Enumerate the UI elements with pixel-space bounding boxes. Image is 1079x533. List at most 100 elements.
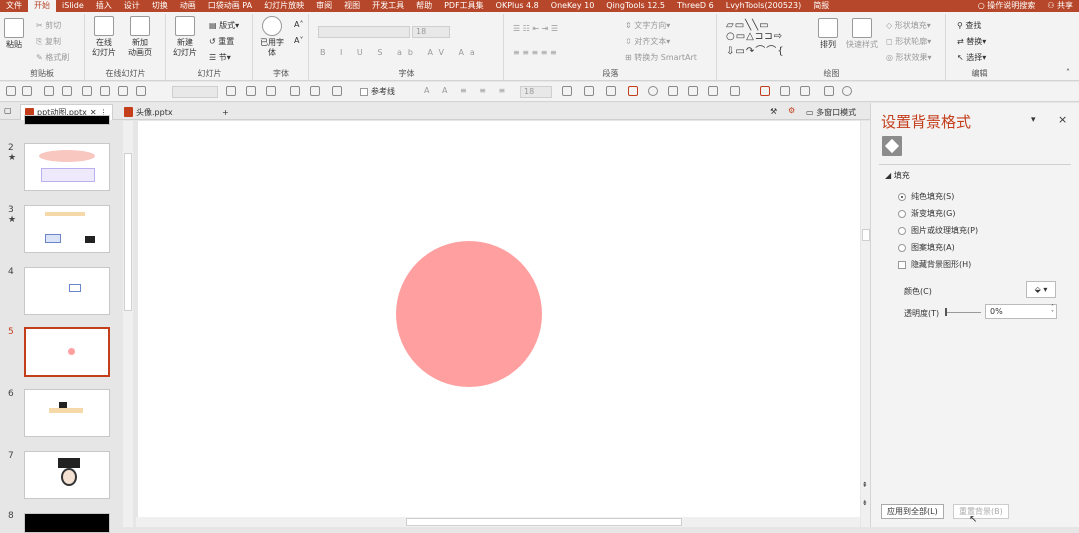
align-icon[interactable] [562, 86, 572, 96]
font-size-select[interactable]: 18 [412, 26, 450, 38]
slide-thumbnail-7[interactable] [24, 451, 110, 499]
circle-outline-icon[interactable] [842, 86, 852, 96]
slide-canvas[interactable] [138, 121, 860, 517]
undo-icon[interactable] [44, 86, 54, 96]
scroll-thumb[interactable] [406, 518, 682, 526]
arrange-button[interactable]: 排列 [818, 18, 838, 50]
image-placeholder-icon[interactable] [780, 86, 790, 96]
frame-icon[interactable] [800, 86, 810, 96]
replace-button[interactable]: ⇄ 替换▾ [957, 36, 986, 47]
layout-icon[interactable] [730, 86, 740, 96]
next-slide-icon[interactable]: ⇟ [862, 499, 868, 507]
qat-size-select[interactable]: 18 [520, 86, 552, 98]
reference-line-checkbox[interactable]: 参考线 [360, 86, 395, 97]
rect-icon[interactable] [290, 86, 300, 96]
pink-circle-shape[interactable] [396, 241, 542, 387]
menu-briefing[interactable]: 简报 [807, 0, 835, 12]
add-animation-page-button[interactable]: 新加 动画页 [128, 16, 152, 58]
gradient-fill-option[interactable]: 渐变填充(G) [898, 208, 955, 219]
hide-background-checkbox[interactable]: 隐藏背景图形(H) [898, 259, 971, 270]
decrease-font-icon[interactable]: A˅ [294, 36, 303, 45]
share-button[interactable]: ⚇ 共享 [1041, 0, 1079, 12]
layers-icon[interactable] [688, 86, 698, 96]
menu-home[interactable]: 开始 [28, 0, 56, 12]
slide-thumbnail-8[interactable] [24, 513, 110, 533]
circle-icon[interactable] [648, 86, 658, 96]
thumbnails-scrollbar[interactable] [123, 121, 133, 527]
prev-slide-icon[interactable]: ⇞ [862, 481, 868, 489]
spinner-icon[interactable]: ˄ ˅ [1051, 305, 1054, 317]
scroll-thumb[interactable] [124, 153, 132, 311]
image-icon[interactable] [246, 86, 256, 96]
quick-styles-button[interactable]: 快速样式 [846, 18, 878, 50]
font-format-buttons[interactable]: B I U S ab AV Aa [320, 48, 481, 57]
menu-lvyhtools[interactable]: LvyhTools(200523) [720, 0, 807, 12]
apply-to-all-button[interactable]: 应用到全部(L) [881, 504, 944, 519]
transparency-input[interactable]: 0% ˄ ˅ [985, 304, 1057, 319]
fill-section-header[interactable]: ◢ 填充 [885, 170, 910, 181]
align-buttons[interactable]: ≡ ≡ ≡ ≡ ≡ [513, 48, 557, 57]
record-icon[interactable] [760, 86, 770, 96]
pencil-icon[interactable] [824, 86, 834, 96]
new-slide-button[interactable]: 新建 幻灯片 [173, 16, 197, 58]
settings-icon[interactable]: ⚙ [788, 106, 795, 115]
document-icon[interactable]: ▢ [4, 106, 12, 115]
qat-font-select[interactable] [172, 86, 218, 98]
shapes-gallery[interactable]: ▱▭╲╲▭ ○▭△⊐⊐⇨ ⇩▭↷⌒⌒{ [726, 20, 785, 57]
menu-slideshow[interactable]: 幻灯片放映 [258, 0, 310, 12]
select-button[interactable]: ↖ 选择▾ [957, 52, 986, 63]
paste-button[interactable]: 粘贴 [4, 18, 24, 50]
shape-fill-button[interactable]: ◇ 形状填充▾ [886, 20, 931, 31]
tools-icon[interactable]: ⚒ [770, 107, 777, 116]
table-grid-icon[interactable] [708, 86, 718, 96]
menu-view[interactable]: 视图 [338, 0, 366, 12]
menu-insert[interactable]: 插入 [90, 0, 118, 12]
menu-animations[interactable]: 动画 [174, 0, 202, 12]
pattern-fill-option[interactable]: 图案填充(A) [898, 242, 955, 253]
fill-icon[interactable] [332, 86, 342, 96]
menu-onekey[interactable]: OneKey 10 [545, 0, 601, 12]
pen-icon[interactable] [6, 86, 16, 96]
canvas-horizontal-scrollbar[interactable] [136, 517, 860, 527]
fill-bucket-icon[interactable] [882, 136, 902, 156]
pane-options-icon[interactable]: ▾ [1031, 115, 1036, 125]
copy-button[interactable]: ⎘ 复制 [36, 36, 61, 47]
menu-help[interactable]: 帮助 [410, 0, 438, 12]
menu-pdf-tools[interactable]: PDF工具集 [438, 0, 490, 12]
transparency-slider[interactable] [945, 312, 981, 313]
list-buttons[interactable]: ☰ ☷ ⇤ ⇥ ☰ [513, 24, 558, 33]
color-picker-button[interactable]: ⬙ ▾ [1026, 281, 1056, 298]
menu-threed[interactable]: ThreeD 6 [671, 0, 720, 12]
slide-thumbnail-6[interactable] [24, 389, 110, 437]
menu-design[interactable]: 设计 [118, 0, 146, 12]
font-color-icon[interactable] [226, 86, 236, 96]
menu-qingtools[interactable]: QingTools 12.5 [600, 0, 671, 12]
multi-window-button[interactable]: ▭ 多窗口模式 [806, 107, 856, 118]
slide-thumbnail-3[interactable] [24, 205, 110, 253]
font-family-select[interactable] [318, 26, 410, 38]
online-slides-button[interactable]: 在线 幻灯片 [92, 16, 116, 58]
picture-fill-option[interactable]: 图片或纹理填充(P) [898, 225, 978, 236]
menu-transitions[interactable]: 切换 [146, 0, 174, 12]
slide-thumbnail-5[interactable] [24, 327, 110, 377]
qat-text-tools[interactable]: A A ≡ ≡ ≡ [424, 86, 510, 95]
solid-fill-option[interactable]: 纯色填充(S) [898, 191, 954, 202]
used-fonts-button[interactable]: 已用字 体 [260, 16, 284, 58]
close-icon[interactable]: × [1058, 113, 1067, 126]
transparency-slider-handle[interactable] [945, 308, 947, 316]
copy-icon[interactable] [118, 86, 128, 96]
square-icon[interactable] [628, 86, 638, 96]
tab-avatar[interactable]: 头像.pptx [120, 104, 177, 120]
find-button[interactable]: ⚲ 查找 [957, 20, 981, 31]
shape-outline-button[interactable]: ◻ 形状轮廓▾ [886, 36, 931, 47]
section-button[interactable]: ☰ 节▾ [209, 52, 231, 63]
select-icon[interactable] [22, 86, 32, 96]
slide-thumbnail-2[interactable] [24, 143, 110, 191]
slide-thumbnail-4[interactable] [24, 267, 110, 315]
scroll-thumb[interactable] [862, 229, 870, 241]
text-box-icon[interactable] [266, 86, 276, 96]
reset-button[interactable]: ↺ 重置 [209, 36, 234, 47]
menu-file[interactable]: 文件 [0, 0, 28, 12]
collapse-ribbon-icon[interactable]: ˄ [1066, 68, 1070, 77]
menu-islide[interactable]: iSlide [56, 0, 90, 12]
